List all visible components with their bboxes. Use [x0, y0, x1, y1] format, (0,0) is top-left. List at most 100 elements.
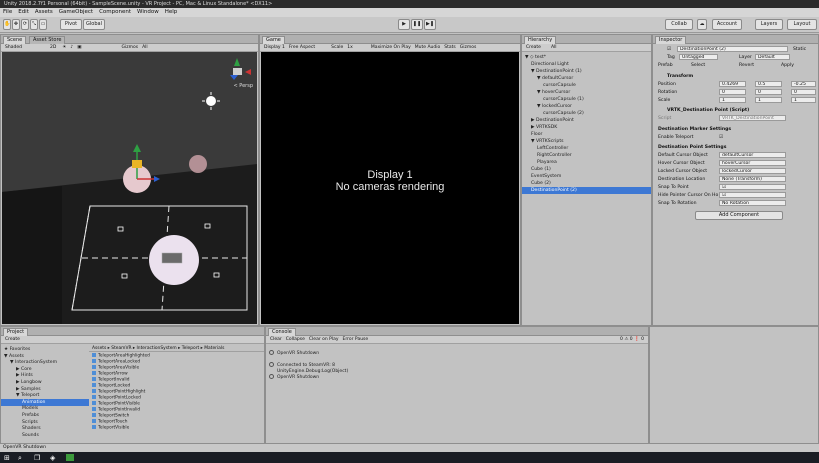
project-folder[interactable]: Sounds [1, 432, 89, 439]
rotate-tool-button[interactable]: ⟳ [21, 19, 29, 30]
hierarchy-item[interactable]: EventSystem [522, 173, 651, 180]
play-button[interactable]: ▶ [398, 19, 410, 30]
tab-console[interactable]: Console [268, 328, 296, 336]
menu-edit[interactable]: Edit [18, 9, 29, 15]
display-dropdown[interactable]: Display 1 [264, 45, 285, 50]
hierarchy-item[interactable]: cursorCapsule (1) [522, 96, 651, 103]
gizmos-dropdown[interactable]: Gizmos [121, 45, 138, 50]
scale-tool-button[interactable]: ⤡ [30, 19, 38, 30]
maximize-toggle[interactable]: Maximize On Play [371, 45, 411, 50]
menu-help[interactable]: Help [165, 9, 178, 15]
hierarchy-item[interactable]: ▼ ◇ test* [522, 54, 651, 61]
console-message[interactable]: Connected to SteamVR: 8 UnityEngine.Debug… [266, 362, 648, 374]
shaded-dropdown[interactable]: Shaded [5, 45, 22, 50]
hierarchy-item[interactable]: ▶ VRTKSDK [522, 124, 651, 131]
menu-file[interactable]: File [3, 9, 12, 15]
layout-dropdown[interactable]: Layout [787, 19, 817, 30]
global-toggle[interactable]: Global [83, 19, 105, 30]
account-dropdown[interactable]: Account [712, 19, 742, 30]
clear-on-play-toggle[interactable]: Clear on Play [309, 337, 339, 342]
scene-viewport[interactable]: < Persp [2, 52, 257, 324]
menu-assets[interactable]: Assets [35, 9, 53, 15]
hierarchy-item[interactable]: ▼ hoverCursor [522, 89, 651, 96]
position-y[interactable]: 0.5 [755, 81, 782, 87]
hierarchy-item[interactable]: ▼ defaultCursor [522, 75, 651, 82]
prefab-select-button[interactable]: Select [691, 62, 705, 69]
search-icon[interactable]: ⌕ [18, 454, 22, 463]
script-component-header[interactable]: VRTK_Destination Point (Script) [653, 107, 818, 114]
toggle-2d[interactable]: 2D [50, 45, 56, 50]
scale-slider[interactable]: 1x [347, 45, 353, 50]
console-message[interactable]: OpenVR Shutdown [266, 374, 648, 381]
point-setting-value[interactable]: None (Transform) [719, 176, 786, 182]
hierarchy-item[interactable]: ▼ DestinationPoint (1) [522, 68, 651, 75]
hierarchy-item[interactable]: ▼ lockedCursor [522, 103, 651, 110]
menu-component[interactable]: Component [99, 9, 131, 15]
pause-button[interactable]: ❚❚ [411, 19, 423, 30]
stats-toggle[interactable]: Stats [444, 45, 456, 50]
collapse-toggle[interactable]: Collapse [286, 337, 305, 342]
game-gizmos-dropdown[interactable]: Gizmos [460, 45, 477, 50]
prefab-apply-button[interactable]: Apply [781, 62, 794, 69]
scale-z[interactable]: 1 [791, 97, 816, 103]
scale-y[interactable]: 1 [755, 97, 782, 103]
cloud-icon[interactable]: ☁ [697, 19, 707, 30]
perspective-label[interactable]: < Persp [233, 83, 253, 89]
tab-hierarchy[interactable]: Hierarchy [524, 36, 557, 44]
point-setting-value[interactable]: lockedCursor [719, 168, 786, 174]
layers-dropdown[interactable]: Layers [755, 19, 783, 30]
hierarchy-search[interactable]: All [551, 45, 557, 50]
project-create-dropdown[interactable]: Create [5, 337, 20, 342]
add-component-button[interactable]: Add Component [695, 211, 783, 220]
scale-x[interactable]: 1 [719, 97, 746, 103]
hierarchy-item[interactable]: cursorCapsule [522, 82, 651, 89]
mute-toggle[interactable]: Mute Audio [415, 45, 441, 50]
prefab-revert-button[interactable]: Revert [739, 62, 754, 69]
transform-header[interactable]: Transform [653, 73, 818, 80]
point-setting-value[interactable]: ☑ [719, 192, 786, 198]
task-view-icon[interactable]: ❐ [34, 454, 40, 462]
app-taskbar-icon[interactable] [66, 454, 74, 461]
position-x[interactable]: 0.4269 [719, 81, 746, 87]
effects-icon[interactable]: ▣ [77, 45, 81, 50]
error-pause-toggle[interactable]: Error Pause [343, 337, 369, 342]
rotation-x[interactable]: 0 [719, 89, 746, 95]
tab-scene[interactable]: Scene [3, 36, 27, 44]
hierarchy-item[interactable]: cursorCapsule (2) [522, 110, 651, 117]
pivot-toggle[interactable]: Pivot [60, 19, 82, 30]
console-message[interactable]: OpenVR Shutdown [266, 350, 648, 357]
point-setting-value[interactable]: defaultCursor [719, 152, 786, 158]
hierarchy-item[interactable]: Directional Light [522, 61, 651, 68]
hierarchy-item[interactable]: DestinationPoint (2) [522, 187, 651, 194]
position-z[interactable]: -0.25 [791, 81, 816, 87]
menu-window[interactable]: Window [137, 9, 159, 15]
asset-breadcrumb[interactable]: Assets ▸ SteamVR ▸ InteractionSystem ▸ T… [89, 345, 264, 352]
move-tool-button[interactable]: ✥ [12, 19, 20, 30]
hierarchy-item[interactable]: RightController [522, 152, 651, 159]
clear-button[interactable]: Clear [270, 337, 282, 342]
tag-dropdown[interactable]: Untagged [679, 54, 718, 60]
hierarchy-item[interactable]: ▶ DestinationPoint [522, 117, 651, 124]
collab-dropdown[interactable]: Collab [665, 19, 693, 30]
scene-search[interactable]: All [142, 45, 148, 50]
asset-item[interactable]: TeleportVisible [89, 425, 264, 431]
tab-game[interactable]: Game [262, 36, 285, 44]
active-checkbox[interactable]: ☑ [667, 46, 671, 53]
aspect-dropdown[interactable]: Free Aspect [289, 45, 315, 50]
light-icon[interactable]: ☀ [62, 45, 66, 50]
point-setting-value[interactable]: No Rotation [719, 200, 786, 206]
unity-taskbar-icon[interactable]: ◈ [50, 454, 55, 462]
hierarchy-item[interactable]: Floor [522, 131, 651, 138]
rotation-z[interactable]: 0 [791, 89, 816, 95]
point-setting-value[interactable]: hoverCursor [719, 160, 786, 166]
hierarchy-item[interactable]: LeftController [522, 145, 651, 152]
rect-tool-button[interactable]: ▭ [39, 19, 47, 30]
object-name-field[interactable]: DestinationPoint (2) [677, 46, 788, 52]
windows-start-icon[interactable]: ⊞ [4, 454, 10, 462]
step-button[interactable]: ▶❚ [424, 19, 436, 30]
static-toggle[interactable]: Static [793, 46, 806, 53]
layer-dropdown[interactable]: Default [755, 54, 790, 60]
game-viewport[interactable]: Display 1 No cameras rendering [261, 52, 519, 324]
hierarchy-item[interactable]: Cube (2) [522, 180, 651, 187]
rotation-y[interactable]: 0 [755, 89, 782, 95]
